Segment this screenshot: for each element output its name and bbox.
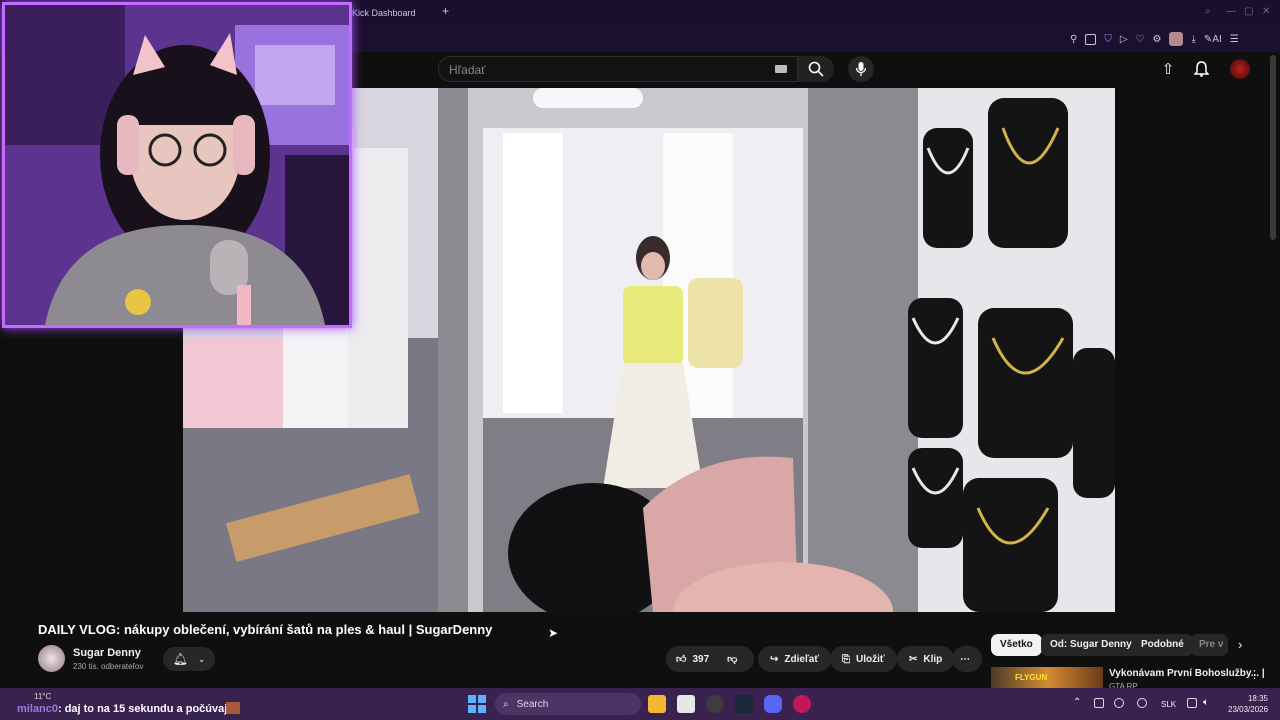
streamer-webcam bbox=[5, 5, 349, 325]
channel-name[interactable]: Sugar Denny bbox=[73, 647, 141, 659]
download-icon[interactable]: ⤓ bbox=[1191, 34, 1195, 45]
taskbar-search-label: Search bbox=[516, 698, 549, 710]
language-indicator[interactable]: SLK bbox=[1161, 700, 1176, 709]
opera-gx-icon[interactable] bbox=[793, 695, 811, 713]
ai-label: AI bbox=[1212, 33, 1222, 45]
tray-sync-icon[interactable] bbox=[1114, 698, 1124, 708]
chip-from-channel[interactable]: Od: Sugar Denny bbox=[1041, 634, 1141, 656]
subscription-bell-button[interactable]: 🔔︎ ⌄ bbox=[163, 647, 215, 671]
microphone-icon[interactable] bbox=[1137, 698, 1147, 708]
minimize-icon[interactable]: — bbox=[1226, 6, 1236, 17]
dislike-button[interactable]: 👎︎ bbox=[727, 653, 737, 665]
video-title: DAILY VLOG: nákupy oblečení, vybírání ša… bbox=[38, 622, 493, 637]
search-tabs-icon[interactable]: ⌕ bbox=[1205, 6, 1211, 17]
store-icon[interactable] bbox=[677, 695, 695, 713]
play-icon[interactable]: ▷ bbox=[1120, 34, 1128, 45]
obs-icon[interactable] bbox=[706, 695, 724, 713]
ai-button[interactable]: ✎AI bbox=[1204, 34, 1222, 45]
clip-button[interactable]: ✂ Klip bbox=[897, 646, 955, 672]
shield-icon[interactable]: ⛉ bbox=[1104, 34, 1112, 45]
save-label: Uložiť bbox=[856, 653, 885, 665]
search-placeholder: Hľadať bbox=[449, 63, 486, 77]
page-scrollbar[interactable] bbox=[1270, 55, 1276, 240]
chip-for-you[interactable]: Pre v bbox=[1190, 634, 1228, 656]
share-button[interactable]: ↪ Zdieľať bbox=[758, 646, 832, 672]
extensions-icon[interactable]: ⚙ bbox=[1153, 34, 1162, 45]
voice-search-button[interactable] bbox=[848, 56, 874, 82]
mouse-cursor: ➤ bbox=[548, 626, 559, 640]
bookmark-icon: ⎘ bbox=[842, 653, 850, 665]
search-input[interactable]: Hľadať bbox=[438, 56, 798, 82]
network-icon[interactable] bbox=[1187, 698, 1197, 708]
webcam-overlay bbox=[2, 2, 352, 328]
keyboard-icon[interactable] bbox=[775, 65, 787, 73]
recommended-menu-icon[interactable]: ⋮ bbox=[1249, 668, 1260, 681]
thumbs-down-icon: 👎︎ bbox=[727, 654, 738, 665]
subscriber-count: 230 tis. odberateľov bbox=[73, 662, 144, 671]
mic-icon bbox=[855, 62, 867, 76]
like-dislike-group: 👍︎ 397 👎︎ bbox=[666, 646, 754, 672]
search-icon: ⌕ bbox=[503, 698, 509, 710]
scissors-icon: ✂ bbox=[909, 653, 918, 665]
recommended-title[interactable]: Vykonávam První Bohoslužby... | bbox=[1109, 668, 1265, 679]
chat-message: : daj to na 15 sekundu a počúvaj bbox=[57, 703, 228, 715]
search-button[interactable] bbox=[798, 56, 834, 82]
chevron-right-icon[interactable]: › bbox=[1238, 637, 1242, 652]
file-explorer-icon[interactable] bbox=[648, 695, 666, 713]
notifications-bell-icon[interactable] bbox=[1192, 60, 1210, 78]
browser-toolbar: ⚲ ⛉ ▷ ♡ ⚙ ⤓ ✎AI ☰ bbox=[1070, 30, 1239, 48]
like-count: 397 bbox=[692, 653, 710, 665]
share-icon: ↪ bbox=[770, 653, 779, 665]
recommended-thumbnail[interactable]: FLYGUN bbox=[991, 667, 1103, 689]
like-button[interactable]: 👍︎ 397 bbox=[676, 653, 710, 666]
screenshot-icon[interactable] bbox=[1085, 33, 1097, 45]
discord-icon[interactable] bbox=[764, 695, 782, 713]
account-avatar[interactable] bbox=[1230, 59, 1250, 79]
pin-icon[interactable]: ⚲ bbox=[1070, 34, 1077, 45]
tray-app-icon[interactable] bbox=[1094, 698, 1104, 708]
chat-emote bbox=[226, 702, 240, 714]
more-actions-button[interactable]: ⋯ bbox=[952, 646, 982, 672]
clip-label: Klip bbox=[923, 653, 943, 665]
taskbar-search[interactable]: ⌕ Search bbox=[495, 693, 641, 715]
search-icon bbox=[808, 61, 824, 77]
tab-kick-dashboard[interactable]: Kick Dashboard bbox=[352, 4, 416, 22]
new-tab-button[interactable]: + bbox=[442, 4, 449, 18]
volume-icon[interactable]: 🔈︎ bbox=[1203, 697, 1209, 708]
thumbs-up-icon: 👍︎ bbox=[676, 654, 687, 665]
chat-username: milanc0 bbox=[17, 703, 58, 715]
stream-chat-overlay: milanc0: daj to na 15 sekundu a počúvaj bbox=[0, 688, 240, 720]
chip-related[interactable]: Podobné bbox=[1132, 634, 1193, 656]
more-icon: ⋯ bbox=[960, 653, 970, 665]
thumbnail-text: FLYGUN bbox=[1015, 673, 1048, 682]
close-icon[interactable]: ✕ bbox=[1262, 6, 1270, 17]
maximize-icon[interactable]: ▢ bbox=[1244, 6, 1253, 17]
menu-icon[interactable]: ☰ bbox=[1230, 34, 1239, 45]
chevron-down-icon: ⌄ bbox=[197, 653, 206, 664]
heart-icon[interactable]: ♡ bbox=[1136, 34, 1145, 45]
system-clock[interactable]: 18:35 23/03/2026 bbox=[1228, 693, 1268, 715]
share-label: Zdieľať bbox=[784, 653, 820, 665]
steam-icon[interactable] bbox=[735, 695, 753, 713]
tray-chevron-up-icon[interactable]: ⌃ bbox=[1073, 697, 1081, 708]
save-button[interactable]: ⎘ Uložiť bbox=[830, 646, 897, 672]
clock-date: 23/03/2026 bbox=[1228, 705, 1269, 714]
chip-all[interactable]: Všetko bbox=[991, 634, 1042, 656]
tab-label: Kick Dashboard bbox=[352, 8, 416, 18]
profile-avatar[interactable] bbox=[1169, 32, 1184, 46]
bell-icon: 🔔︎ bbox=[172, 652, 188, 666]
channel-avatar[interactable] bbox=[38, 645, 65, 672]
clock-time: 18:35 bbox=[1247, 694, 1268, 703]
upload-icon[interactable]: ⇧ bbox=[1159, 60, 1177, 78]
windows-start-icon[interactable] bbox=[468, 695, 486, 713]
